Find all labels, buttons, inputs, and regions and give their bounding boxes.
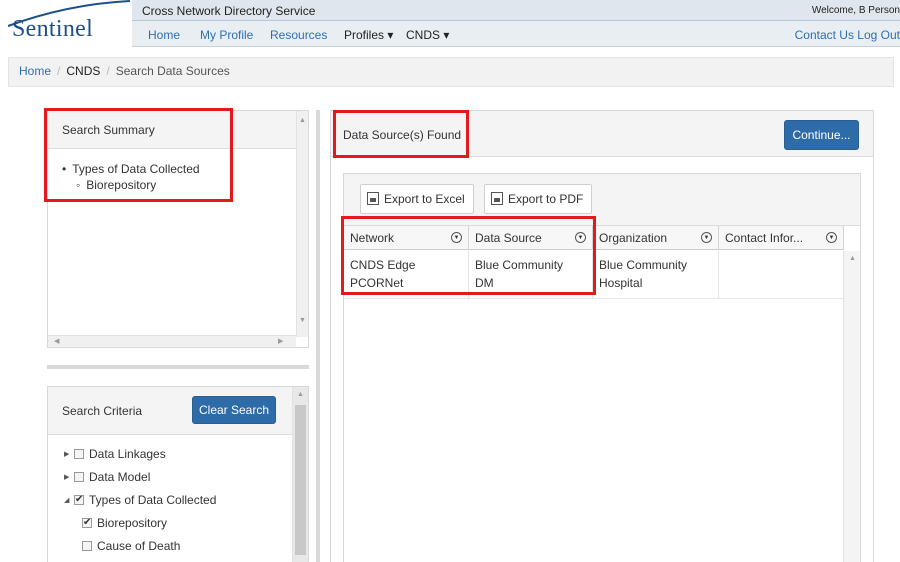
breadcrumb-cnds[interactable]: CNDS [66,64,100,78]
nav-cnds-dropdown[interactable]: CNDS ▾ [406,28,449,42]
summary-subitem: Biorepository [62,177,200,193]
cell-text: Blue Community [599,258,688,272]
column-label: Organization [599,231,668,245]
column-label: Contact Infor... [725,231,804,245]
grid-header-row: Network ▼ Data Source ▼ Organization ▼ Cont… [344,226,844,250]
cell-text: Blue Community [475,258,564,272]
main-nav: Home My Profile Resources Profiles ▾ CND… [132,21,900,47]
search-summary-list: Types of Data Collected Biorepository [62,161,200,193]
cell-network: CNDS Edge PCORNet [344,251,469,299]
column-menu-icon[interactable]: ▼ [826,232,837,243]
tree-node-label: Types of Data Collected [89,493,217,507]
scroll-right-icon[interactable]: ▶ [278,337,283,345]
nav-home[interactable]: Home [148,28,180,42]
search-summary-title: Search Summary [62,123,155,137]
checkbox[interactable] [74,449,84,459]
service-title: Cross Network Directory Service [142,4,316,18]
collapse-arrow-icon[interactable]: ◢ [64,492,74,510]
scroll-up-icon[interactable]: ▲ [849,255,856,262]
panel-splitter-horizontal[interactable] [47,365,309,369]
cell-organization: Blue Community Hospital [593,251,719,299]
column-header-network[interactable]: Network ▼ [344,226,469,250]
grid-vertical-scrollbar[interactable]: ▲ [843,251,860,562]
column-label: Data Source [475,231,542,245]
search-criteria-panel: Search Criteria Clear Search ▲ ▶ Data Lin… [47,386,309,562]
app-header: Sentinel Cross Network Directory Service… [0,0,900,47]
pdf-icon [491,192,503,205]
tree-node-label: Biorepository [97,516,168,530]
breadcrumb-home[interactable]: Home [19,64,51,78]
clear-search-button[interactable]: Clear Search [192,396,276,424]
panel-splitter-vertical[interactable] [316,110,320,562]
logo-text: Sentinel [12,16,94,42]
breadcrumb: Home / CNDS / Search Data Sources [8,57,894,87]
cell-contact [719,251,844,299]
data-sources-header: Data Source(s) Found Continue... [331,111,873,157]
scroll-left-icon[interactable]: ◀ [54,337,59,345]
cell-text: PCORNet [350,276,404,290]
export-pdf-label: Export to PDF [508,192,584,206]
column-header-contact-info[interactable]: Contact Infor... ▼ [719,226,844,250]
summary-item: Types of Data Collected [62,161,199,177]
column-header-organization[interactable]: Organization ▼ [593,226,719,250]
tree-node-data-model[interactable]: ▶ Data Model [64,468,150,486]
checkbox-checked[interactable] [82,514,92,532]
nav-resources[interactable]: Resources [270,28,327,42]
checkbox-checked[interactable] [74,491,84,509]
nav-contact-logout[interactable]: Contact Us Log Out [795,28,900,42]
tree-node-biorepository[interactable]: Biorepository [82,514,167,532]
results-grid: Export to Excel Export to PDF Network ▼ D… [343,173,861,562]
table-row[interactable]: CNDS Edge PCORNet Blue Community DM Blue C… [344,251,844,299]
export-excel-button[interactable]: Export to Excel [360,184,474,214]
cell-text: CNDS Edge [350,258,416,272]
breadcrumb-separator: / [106,64,110,78]
column-header-data-source[interactable]: Data Source ▼ [469,226,593,250]
column-menu-icon[interactable]: ▼ [701,232,712,243]
search-summary-header: Search Summary [48,111,296,149]
expand-arrow-icon[interactable]: ▶ [64,469,74,487]
cell-text: DM [475,276,494,290]
excel-icon [367,192,379,205]
welcome-text: Welcome, B Person [811,5,900,16]
tree-node-types-of-data-collected[interactable]: ◢ Types of Data Collected [64,491,216,509]
column-menu-icon[interactable]: ▼ [575,232,586,243]
search-summary-panel: Search Summary Types of Data Collected B… [47,110,309,348]
export-excel-label: Export to Excel [384,192,465,206]
breadcrumb-current: Search Data Sources [115,64,230,78]
data-sources-panel: Data Source(s) Found Continue... Export … [330,110,874,562]
column-label: Network [350,231,395,245]
tree-node-label: Data Model [89,470,151,484]
tree-node-label: Cause of Death [97,539,181,553]
tree-node-label: Data Linkages [89,447,166,461]
scrollbar-thumb[interactable] [295,405,306,555]
sentinel-logo[interactable]: Sentinel [8,0,136,47]
search-criteria-title: Search Criteria [62,404,143,418]
scroll-up-icon[interactable]: ▲ [299,117,306,124]
checkbox[interactable] [74,472,84,482]
expand-arrow-icon[interactable]: ▶ [64,446,74,464]
header-title-bar: Cross Network Directory Service Welcome,… [132,0,900,21]
cell-text: Hospital [599,276,643,290]
cell-data-source: Blue Community DM [469,251,593,299]
scroll-down-icon[interactable]: ▼ [299,317,306,324]
criteria-vertical-scrollbar[interactable]: ▲ [292,387,308,562]
data-sources-title: Data Source(s) Found [343,128,462,142]
column-menu-icon[interactable]: ▼ [451,232,462,243]
search-criteria-header: Search Criteria Clear Search [48,387,292,435]
summary-horizontal-scrollbar[interactable]: ◀ ▶ [48,335,296,347]
nav-profiles-dropdown[interactable]: Profiles ▾ [344,28,393,42]
tree-node-cause-of-death[interactable]: Cause of Death [82,537,180,555]
summary-vertical-scrollbar[interactable]: ▲ ▼ [296,111,308,337]
continue-button[interactable]: Continue... [784,120,859,150]
grid-toolbar: Export to Excel Export to PDF [344,174,860,226]
scroll-up-icon[interactable]: ▲ [297,391,304,398]
tree-node-data-linkages[interactable]: ▶ Data Linkages [64,445,166,463]
checkbox[interactable] [82,541,92,551]
nav-my-profile[interactable]: My Profile [200,28,253,42]
export-pdf-button[interactable]: Export to PDF [484,184,593,214]
breadcrumb-separator: / [57,64,61,78]
